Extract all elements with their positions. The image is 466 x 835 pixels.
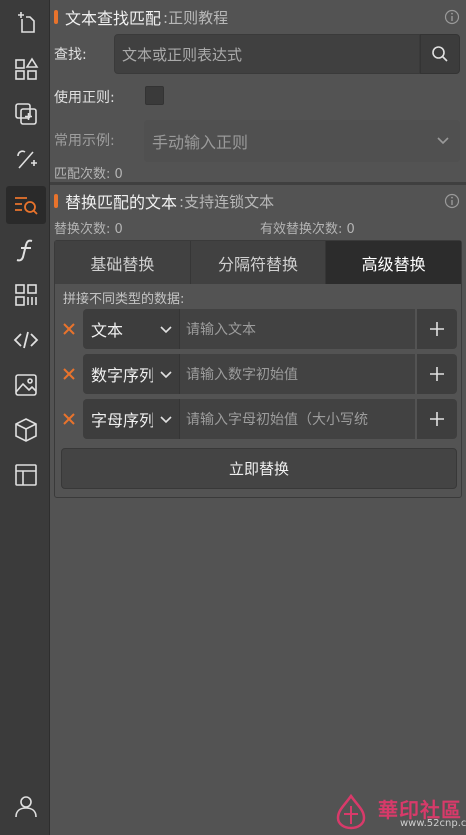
remove-row-icon[interactable] [61,366,77,382]
concat-row: 文本 请输入文本 [61,309,457,349]
row-type-value: 文本 [91,321,124,340]
row-type-value: 字母序列 [91,411,153,430]
layout-icon[interactable] [6,456,46,494]
tab-delimiter-replace[interactable]: 分隔符替换 [191,241,327,284]
function-icon[interactable] [6,231,46,269]
watermark-logo-icon [336,793,366,830]
examples-select-value: 手动输入正则 [152,133,249,152]
plus-icon [430,322,444,336]
replace-section-header: 替换匹配的文本 :支持连锁文本 [54,189,274,213]
concat-row: 数字序列 请输入数字初始值 [61,354,457,394]
replace-section-title: 替换匹配的文本 [65,193,178,212]
replace-section-subtitle: :支持连锁文本 [179,192,275,211]
replace-tabs: 基础替换 分隔符替换 高级替换 [55,241,462,284]
image-icon[interactable] [6,366,46,404]
plus-icon [430,367,444,381]
accent-bar [54,10,58,24]
examples-select[interactable]: 手动输入正则 [144,120,460,162]
tab-basic-replace[interactable]: 基础替换 [55,241,191,284]
accent-bar [54,194,58,208]
apply-replace-button[interactable]: 立即替换 [61,448,457,489]
row-value-input[interactable]: 请输入数字初始值 [179,354,415,394]
find-label: 查找: [54,47,87,63]
row-value-input[interactable]: 请输入字母初始值（大小写统 [179,399,415,439]
code-icon[interactable] [6,321,46,359]
match-count: 匹配次数: 0 [54,167,123,182]
user-icon[interactable] [6,787,46,825]
remove-row-icon[interactable] [61,321,77,337]
regex-label: 使用正则: [54,90,115,106]
row-type-value: 数字序列 [91,366,153,385]
concat-row: 字母序列 请输入字母初始值（大小写统 [61,399,457,439]
info-icon[interactable] [444,193,460,209]
replace-count: 替换次数: 0 [54,222,123,237]
examples-label: 常用示例: [54,133,115,149]
concat-label: 拼接不同类型的数据: [63,292,185,307]
plus-icon [430,412,444,426]
watermark-url: www.52cnp.com [400,818,466,829]
add-row-button[interactable] [417,309,457,349]
row-type-select[interactable]: 数字序列 [83,354,179,394]
shapes-icon[interactable] [6,50,46,88]
search-button[interactable] [420,34,460,74]
search-icon [432,46,448,62]
replace-tabs-panel: 基础替换 分隔符替换 高级替换 拼接不同类型的数据: 文本 请输入文本 数字序列 [54,240,462,498]
chevron-down-icon [160,371,172,379]
section-divider [50,182,466,185]
tool-sidebar [0,0,50,835]
add-row-button[interactable] [417,354,457,394]
find-section-title: 文本查找匹配 [65,9,162,28]
effective-replace-count: 有效替换次数: 0 [260,222,355,237]
add-page-icon[interactable] [6,4,46,42]
watermark: 華印社區 www.52cnp.com [290,790,466,835]
info-icon[interactable] [444,9,460,25]
magic-wand-icon[interactable] [6,140,46,178]
copy-add-icon[interactable] [6,95,46,133]
add-row-button[interactable] [417,399,457,439]
row-value-input[interactable]: 请输入文本 [179,309,415,349]
text-search-icon[interactable] [6,186,46,224]
chevron-down-icon [437,137,449,145]
main-panel: 文本查找匹配 :正则教程 查找: 文本或正则表达式 使用正则: 常用示例: 手动… [50,0,466,835]
remove-row-icon[interactable] [61,411,77,427]
regex-tutorial-link[interactable]: :正则教程 [163,7,228,28]
tab-advanced-replace[interactable]: 高级替换 [326,241,462,284]
find-section-header: 文本查找匹配 :正则教程 [54,5,228,29]
use-regex-checkbox[interactable] [145,86,164,105]
chevron-down-icon [160,416,172,424]
cube-icon[interactable] [6,411,46,449]
chevron-down-icon [160,326,172,334]
grid-icon[interactable] [6,276,46,314]
find-input[interactable]: 文本或正则表达式 [114,34,420,74]
row-type-select[interactable]: 文本 [83,309,179,349]
row-type-select[interactable]: 字母序列 [83,399,179,439]
